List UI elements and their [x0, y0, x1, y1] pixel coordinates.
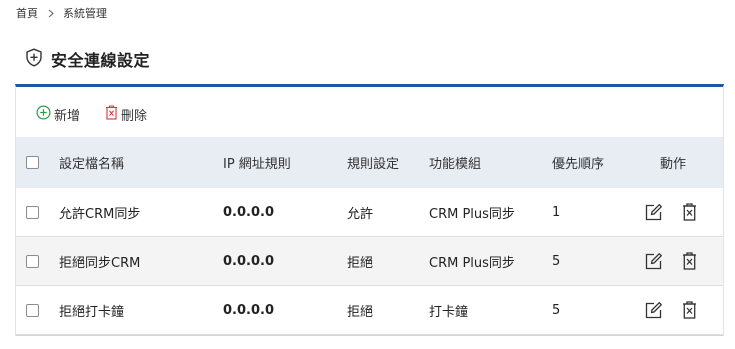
add-button-label: 新增: [54, 108, 81, 124]
cell-actions: [644, 188, 708, 236]
chevron-right-icon: [48, 9, 54, 18]
cell-ip: 0.0.0.0: [223, 302, 274, 318]
column-header-priority[interactable]: 優先順序: [552, 137, 604, 188]
cell-module: CRM Plus同步: [429, 255, 515, 271]
cell-actions: [644, 286, 708, 334]
cell-rule: 拒絕: [347, 255, 374, 271]
table-row[interactable]: 拒絕同步CRM 0.0.0.0 拒絕 CRM Plus同步 5: [16, 237, 723, 286]
column-header-module[interactable]: 功能模組: [429, 137, 481, 188]
breadcrumb-home-link[interactable]: 首頁: [16, 5, 38, 21]
cell-ip: 0.0.0.0: [223, 204, 274, 220]
column-header-name[interactable]: 設定檔名稱: [59, 137, 124, 188]
cell-rule: 拒絕: [347, 304, 374, 320]
column-header-action: 動作: [660, 157, 687, 172]
select-all-checkbox[interactable]: [26, 156, 39, 169]
delete-button[interactable]: 刪除: [105, 104, 148, 124]
trash-x-icon: [105, 104, 118, 124]
cell-rule: 允許: [347, 206, 374, 222]
row-checkbox[interactable]: [26, 303, 39, 317]
column-header-rule[interactable]: 規則設定: [347, 137, 399, 188]
page-title: 安全連線設定: [51, 51, 151, 70]
cell-priority: 1: [552, 204, 561, 220]
plus-circle-icon: [36, 104, 51, 124]
settings-table: 設定檔名稱 IP 網址規則 規則設定 功能模組 優先順序 動作 允許CRM同步 …: [16, 137, 723, 335]
edit-icon[interactable]: [644, 301, 663, 320]
breadcrumb-current: 系統管理: [63, 7, 107, 20]
delete-button-label: 刪除: [121, 108, 148, 124]
column-header-ip[interactable]: IP 網址規則: [223, 137, 291, 188]
edit-icon[interactable]: [644, 252, 663, 271]
shield-plus-icon: [25, 48, 43, 71]
breadcrumb: 首頁 系統管理: [16, 6, 107, 20]
settings-panel: 新增 刪除 設定檔名稱 IP 網址規則 規則設定 功能模組 優先順序 動作 允許…: [15, 84, 724, 336]
edit-icon[interactable]: [644, 203, 663, 222]
cell-priority: 5: [552, 253, 561, 269]
cell-name: 拒絕打卡鐘: [59, 304, 125, 320]
cell-actions: [644, 237, 708, 285]
cell-priority: 5: [552, 302, 561, 318]
cell-module: 打卡鐘: [429, 304, 469, 320]
trash-x-icon[interactable]: [682, 252, 697, 270]
table-header-row: 設定檔名稱 IP 網址規則 規則設定 功能模組 優先順序 動作: [16, 137, 723, 188]
cell-module: CRM Plus同步: [429, 206, 515, 222]
trash-x-icon[interactable]: [682, 203, 697, 221]
cell-name: 拒絕同步CRM: [59, 255, 141, 271]
table-row[interactable]: 拒絕打卡鐘 0.0.0.0 拒絕 打卡鐘 5: [16, 286, 723, 335]
cell-ip: 0.0.0.0: [223, 253, 274, 269]
table-row[interactable]: 允許CRM同步 0.0.0.0 允許 CRM Plus同步 1: [16, 188, 723, 237]
add-button[interactable]: 新增: [36, 104, 81, 124]
trash-x-icon[interactable]: [682, 301, 697, 319]
row-checkbox[interactable]: [26, 205, 39, 219]
cell-name: 允許CRM同步: [59, 206, 141, 222]
page-header: 安全連線設定: [25, 47, 150, 71]
row-checkbox[interactable]: [26, 254, 39, 268]
toolbar: 新增 刪除: [36, 104, 147, 124]
